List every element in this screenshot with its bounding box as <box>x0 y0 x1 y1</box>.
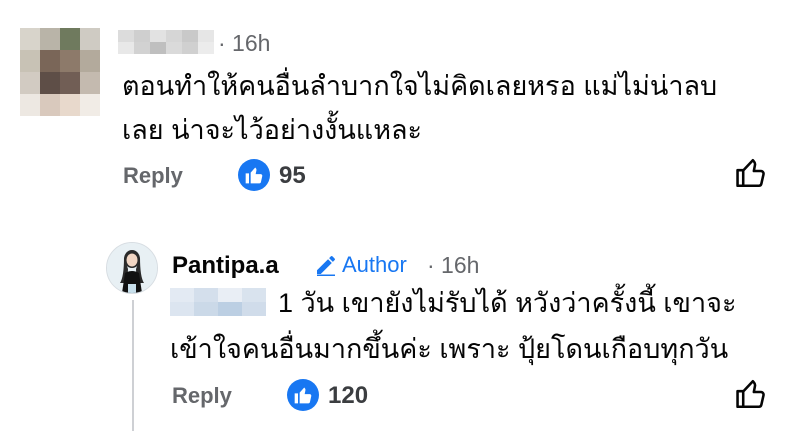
reply-button[interactable]: Reply <box>172 383 232 409</box>
thumbs-up-icon <box>736 158 765 188</box>
reply-button[interactable]: Reply <box>123 163 183 189</box>
pencil-icon <box>317 256 335 276</box>
like-count[interactable]: 120 <box>328 382 368 410</box>
like-reaction-icon[interactable] <box>287 379 319 411</box>
reply-timestamp[interactable]: · 16h <box>427 252 479 279</box>
author-badge-label: Author <box>342 252 407 277</box>
thumbs-up-icon <box>736 379 765 409</box>
like-button[interactable] <box>734 377 768 416</box>
reply-text-line-2: เข้าใจคนอื่นมากขึ้นค่ะ เพราะ ปุ้ยโดนเกือ… <box>170 334 729 364</box>
comment-text-line-1: ตอนทำให้คนอื่นลำบากใจไม่คิดเลยหรอ แม่ไม่… <box>122 71 718 101</box>
like-button[interactable] <box>734 156 768 195</box>
like-count[interactable]: 95 <box>279 162 306 190</box>
comment-timestamp[interactable]: · 16h <box>218 30 270 57</box>
avatar[interactable] <box>20 28 100 116</box>
author-name[interactable]: Pantipa.a <box>172 252 279 280</box>
author-avatar[interactable] <box>106 242 158 294</box>
like-reaction-icon[interactable] <box>238 159 270 191</box>
mention-tag[interactable] <box>170 288 266 316</box>
commenter-name[interactable] <box>118 30 214 54</box>
thread-line <box>132 300 134 431</box>
comment-text-line-2: เลย น่าจะไว้อย่างงั้นแหละ <box>122 115 423 145</box>
reply-text-line-1: 1 วัน เขายังไม่รับได้ หวังว่าครั้งนี้ เข… <box>278 288 737 318</box>
author-badge: Author <box>314 252 407 278</box>
